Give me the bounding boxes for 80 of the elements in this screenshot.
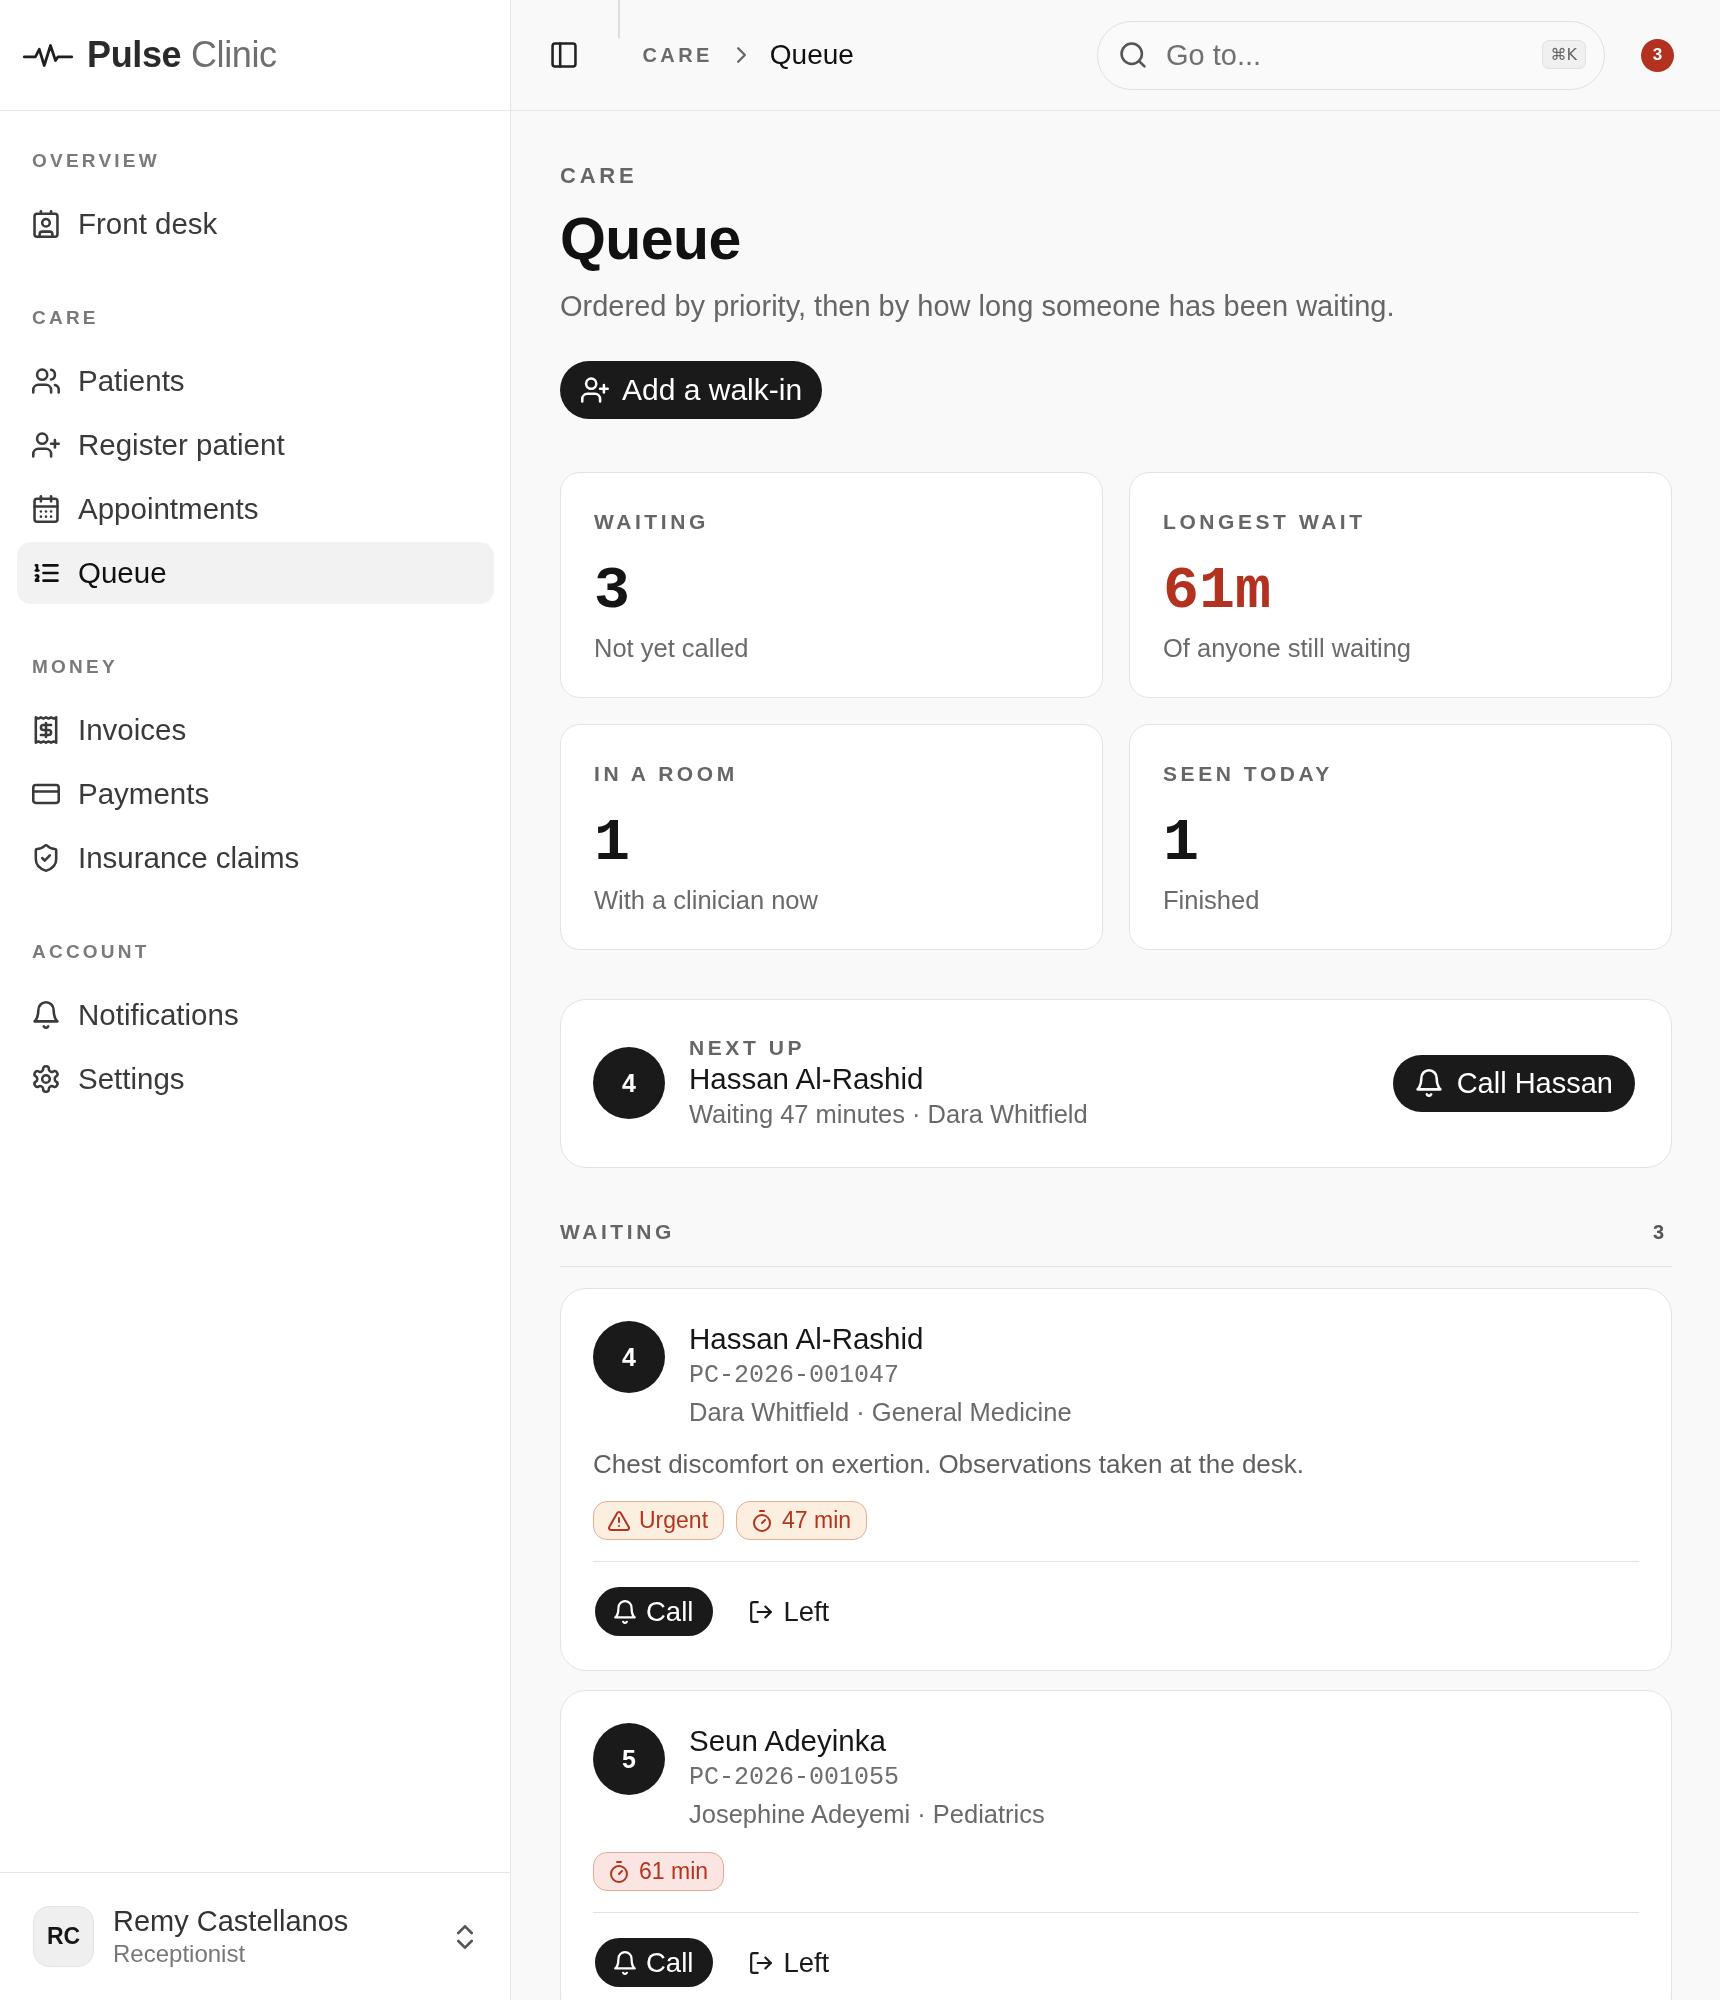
- nav-section-title: OVERVIEW: [31, 149, 161, 173]
- call-button[interactable]: Call: [595, 1938, 714, 1987]
- stat-label: IN A ROOM: [594, 761, 739, 787]
- patient-id: PC-2026-001047: [689, 1360, 901, 1392]
- heartbeat-icon: [23, 42, 73, 68]
- stat-caption: Not yet called: [594, 633, 750, 663]
- stat-value: 1: [594, 810, 631, 876]
- wait-detail: Waiting 47 minutes · Dara Whitfield: [689, 1099, 1089, 1130]
- nav-section-title: MONEY: [31, 655, 119, 679]
- stopwatch-icon: [608, 1860, 630, 1883]
- patient-name: Seun Adeyinka: [689, 1723, 887, 1759]
- patient-id: PC-2026-001055: [689, 1762, 901, 1794]
- breadcrumb-current: Queue: [769, 39, 854, 71]
- clinician-department: Josephine Adeyemi · Pediatrics: [689, 1799, 1045, 1830]
- wait-time-tag: 47 min: [736, 1501, 868, 1540]
- receipt-icon: [32, 716, 60, 744]
- bell-icon: [32, 1001, 60, 1029]
- stat-caption: Of anyone still waiting: [1163, 633, 1413, 663]
- nav-item[interactable]: Queue: [17, 542, 494, 604]
- chevron-right-icon: [736, 47, 746, 63]
- nav-section-title: ACCOUNT: [31, 940, 151, 964]
- bell-icon: [1414, 1069, 1443, 1097]
- stat-value: 3: [594, 558, 631, 624]
- stopwatch-icon: [751, 1509, 774, 1532]
- stat-caption: With a clinician now: [594, 885, 819, 915]
- breadcrumb-link[interactable]: CARE: [642, 43, 713, 67]
- nav-item[interactable]: Front desk: [17, 193, 494, 255]
- shield-check-icon: [32, 844, 60, 872]
- calendar-icon: [32, 495, 60, 523]
- queue-number: 5: [593, 1723, 665, 1795]
- section-title: WAITING: [560, 1219, 675, 1245]
- user-role: Receptionist: [113, 1939, 247, 1969]
- add-person-icon: [32, 431, 60, 459]
- page-title: Queue: [560, 207, 742, 271]
- mark-left-button[interactable]: Left: [749, 1595, 830, 1628]
- add-walk-in-button[interactable]: Add a walk-in: [560, 361, 823, 419]
- notification-count-badge[interactable]: 3: [1641, 38, 1674, 72]
- nav-item[interactable]: Insurance claims: [17, 827, 494, 889]
- visit-note: Chest discomfort on exertion. Observations taken at the desk.: [593, 1448, 1306, 1480]
- sidebar-toggle-icon[interactable]: [550, 41, 578, 69]
- stat-label: LONGEST WAIT: [1163, 509, 1367, 535]
- id-card-icon: [32, 210, 60, 238]
- add-person-icon: [581, 376, 609, 404]
- user-name: Remy Castellanos: [113, 1904, 350, 1939]
- next-up-label: NEXT UP: [689, 1035, 806, 1061]
- people-icon: [32, 367, 60, 395]
- stat-label: WAITING: [594, 509, 710, 535]
- stat-value: 1: [1163, 810, 1200, 876]
- nav-item[interactable]: Appointments: [17, 478, 494, 540]
- settings-icon: [32, 1065, 60, 1093]
- page-subtitle: Ordered by priority, then by how long someone has been waiting.: [560, 289, 1396, 323]
- bell-icon: [613, 1599, 637, 1624]
- search-icon: [1119, 40, 1147, 69]
- nav-item[interactable]: Payments: [17, 763, 494, 825]
- mark-left-button[interactable]: Left: [749, 1946, 830, 1979]
- wait-time-tag: 61 min: [593, 1852, 725, 1891]
- nav-item[interactable]: Invoices: [17, 699, 494, 761]
- priority-tag: Urgent: [593, 1501, 725, 1540]
- call-button[interactable]: Call: [595, 1587, 714, 1636]
- user-initials-avatar: RC: [33, 1906, 94, 1967]
- chevrons-up-down-icon[interactable]: [457, 1924, 473, 1949]
- page-eyebrow: CARE: [560, 163, 639, 189]
- nav-item[interactable]: Notifications: [17, 984, 494, 1046]
- call-patient-button[interactable]: Call Hassan: [1392, 1054, 1635, 1112]
- app-logo-text: Pulse Clinic: [87, 34, 277, 76]
- nav-item[interactable]: Patients: [17, 350, 494, 412]
- warning-triangle-icon: [608, 1509, 630, 1532]
- nav-section-title: CARE: [31, 306, 100, 330]
- patient-name: Hassan Al-Rashid: [689, 1321, 925, 1357]
- patient-name: Hassan Al-Rashid: [689, 1061, 925, 1097]
- bell-icon: [613, 1950, 637, 1975]
- nav-item[interactable]: Settings: [17, 1048, 494, 1110]
- stat-value: 61m: [1163, 558, 1273, 624]
- clinician-department: Dara Whitfield · General Medicine: [689, 1397, 1072, 1428]
- queue-number: 4: [593, 1047, 665, 1119]
- section-count: 3: [1652, 1220, 1665, 1244]
- stat-label: SEEN TODAY: [1163, 761, 1334, 787]
- queue-number: 4: [593, 1321, 665, 1393]
- stat-caption: Finished: [1163, 885, 1261, 915]
- nav-item[interactable]: Register patient: [17, 414, 494, 476]
